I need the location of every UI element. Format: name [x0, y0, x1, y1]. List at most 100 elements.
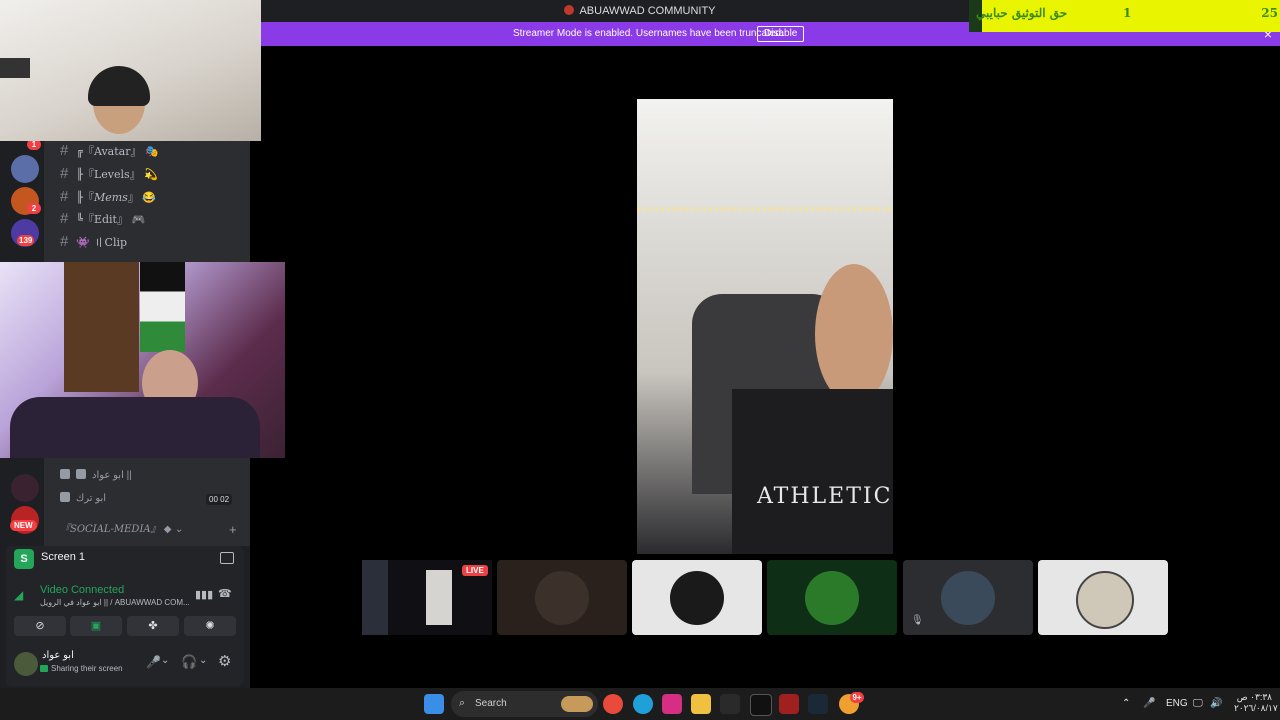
- voice-channel-detail[interactable]: ابو عواد في الرويل || / ABUAWWAD COM...: [40, 598, 190, 607]
- sharing-icon: [40, 665, 48, 672]
- channel-edit[interactable]: # ╚『Edit』 🎮: [60, 209, 145, 229]
- participant-avatar: [670, 570, 724, 625]
- jersey-shape: [732, 389, 893, 554]
- voice-user[interactable]: ابو ترك: [60, 490, 106, 508]
- voice-timer: 00 02: [206, 494, 233, 505]
- overlay-middle-count: 1: [1123, 6, 1132, 20]
- clock[interactable]: ٠٣:٣٨ ص ٢٠٢٦/٠٨/١٧: [1234, 692, 1278, 714]
- live-badge: LIVE: [462, 565, 488, 576]
- file-explorer-icon[interactable]: [691, 694, 711, 714]
- disable-streamer-mode-button[interactable]: Disable: [757, 26, 805, 42]
- steam-icon[interactable]: [808, 694, 828, 714]
- hash-icon: #: [60, 233, 69, 250]
- microphone-icon[interactable]: 🎤: [1143, 696, 1155, 712]
- participant-tile[interactable]: 🎙: [903, 560, 1033, 635]
- avatar[interactable]: [14, 652, 38, 676]
- gear-icon[interactable]: ⚙: [218, 652, 231, 670]
- headphones-icon: [88, 66, 150, 106]
- led-strip: [637, 207, 893, 211]
- language-indicator[interactable]: ENG: [1166, 696, 1188, 712]
- screen-label: Screen 1: [41, 551, 86, 563]
- speaker-icon: [60, 492, 70, 502]
- hash-icon: #: [60, 142, 69, 159]
- overlay-text: حق التوثيق حبايبي: [976, 6, 1068, 20]
- participant-tile[interactable]: [1038, 560, 1168, 635]
- chrome-icon[interactable]: [603, 694, 623, 714]
- activities-button[interactable]: ✤: [127, 616, 179, 636]
- server-icon[interactable]: [11, 474, 39, 502]
- hash-icon: #: [60, 165, 69, 182]
- add-channel-icon[interactable]: +: [229, 521, 237, 539]
- channel-clip[interactable]: # 👾 〢Clip: [60, 232, 127, 252]
- date: ٢٠٢٦/٠٨/١٧: [1234, 703, 1278, 713]
- speaker-icon: [60, 469, 70, 479]
- screen-share-panel: S Screen 1: [6, 546, 244, 576]
- user-status: Sharing their screen: [51, 664, 123, 673]
- category-social-media[interactable]: 『SOCIAL-MEDIA』 ◆ ⌄: [60, 521, 183, 539]
- server-logo-icon: [564, 5, 575, 15]
- channel-avatar[interactable]: # ╔『Avatar』 🎭: [60, 141, 159, 161]
- network-icon[interactable]: 🖵: [1193, 696, 1203, 712]
- volume-icon: [76, 469, 86, 479]
- new-badge: NEW: [10, 520, 37, 531]
- participant-avatar: [1076, 570, 1134, 629]
- username: ابو عواد: [42, 650, 74, 661]
- search-highlight-icon: [561, 696, 593, 712]
- jersey-text: ATHLETIC: [757, 484, 893, 509]
- soundboard-icon[interactable]: ▮▮▮: [195, 588, 213, 601]
- chevron-down-icon[interactable]: ⌄: [161, 655, 169, 666]
- muted-microphone-icon: 🎙: [911, 615, 924, 626]
- server-badge: 2: [27, 203, 41, 214]
- volume-icon[interactable]: 🔊: [1210, 696, 1222, 712]
- taskbar-search[interactable]: ⌕ Search: [451, 691, 598, 717]
- windows-start-icon[interactable]: [424, 694, 444, 714]
- overlay-left-count: 25: [1261, 6, 1278, 20]
- stream-overlay: حق التوثيق حبايبي 1 25: [969, 0, 1280, 32]
- webcam-body: [10, 397, 260, 458]
- search-placeholder: Search: [475, 698, 507, 709]
- door-shape: [64, 262, 139, 392]
- soundboard-button[interactable]: ✺: [184, 616, 236, 636]
- webcam-overlay-top: [0, 0, 261, 141]
- voice-user[interactable]: ابو عواد ||: [60, 467, 132, 485]
- participant-avatar: [941, 570, 995, 625]
- screen-icon: S: [14, 549, 34, 569]
- app-icon[interactable]: [779, 694, 799, 714]
- edge-icon[interactable]: [633, 694, 653, 714]
- participant-tile[interactable]: [497, 560, 627, 635]
- flag-shape: [140, 262, 185, 352]
- microphone-icon[interactable]: 🎤: [146, 655, 161, 669]
- voice-status[interactable]: Video Connected: [40, 584, 124, 596]
- webcam-overlay-middle: [0, 262, 285, 458]
- tray-chevron-icon[interactable]: ⌃: [1122, 696, 1130, 712]
- hash-icon: #: [60, 210, 69, 227]
- instagram-icon[interactable]: [662, 694, 682, 714]
- user-panel: ابو عواد Sharing their screen 🎤 ⌄ 🎧 ⌄ ⚙: [6, 642, 244, 686]
- participant-tile[interactable]: [632, 560, 762, 635]
- server-badge: 139: [17, 235, 35, 246]
- camera-off-button[interactable]: ⊘: [14, 616, 66, 636]
- hash-icon: #: [60, 188, 69, 205]
- headphones-icon[interactable]: 🎧: [181, 654, 197, 670]
- live-preview-person: [426, 570, 452, 625]
- video-person: [815, 264, 893, 404]
- app-icon[interactable]: [720, 694, 740, 714]
- disconnect-icon[interactable]: ☎: [218, 587, 232, 600]
- connection-signal-icon[interactable]: ◢: [14, 588, 28, 602]
- participant-tile-live[interactable]: LIVE: [362, 560, 492, 635]
- chevron-down-icon[interactable]: ⌄: [199, 655, 207, 666]
- screen-share-button[interactable]: ▣: [70, 616, 122, 636]
- channel-levels[interactable]: # ╟『Levels』 💫: [60, 164, 158, 184]
- server-icon[interactable]: [11, 155, 39, 183]
- participant-tile[interactable]: [767, 560, 897, 635]
- terminal-icon[interactable]: [750, 694, 772, 716]
- main-video-stream[interactable]: ATHLETIC: [637, 99, 893, 554]
- notification-badge: 9+: [850, 692, 864, 703]
- tv-shape: [0, 58, 30, 78]
- search-icon: ⌕: [459, 697, 466, 709]
- streamer-mode-text: Streamer Mode is enabled. Usernames have…: [513, 28, 784, 39]
- time: ٠٣:٣٨ ص: [1236, 692, 1272, 702]
- close-screen-icon[interactable]: [220, 552, 234, 564]
- camera-icon: [535, 570, 589, 625]
- channel-mems[interactable]: # ╟『Mems』 😂: [60, 187, 156, 207]
